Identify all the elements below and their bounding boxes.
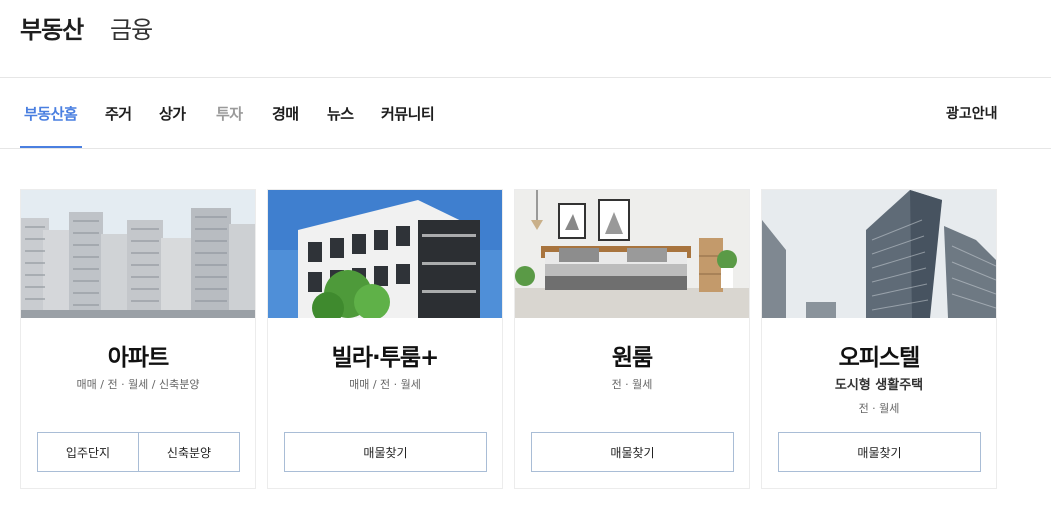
card-title: 오피스텔 <box>838 345 921 371</box>
apartment-image <box>21 190 255 318</box>
card-button-group: 매물찾기 <box>531 432 734 472</box>
new-presale-button[interactable]: 신축분양 <box>138 433 239 471</box>
card-title: 빌라·투룸+ <box>331 345 440 371</box>
nav-item-ad-info[interactable]: 광고안내 <box>946 103 998 123</box>
card-deal-types: 전 · 월세 <box>858 402 900 415</box>
find-listings-button[interactable]: 매물찾기 <box>532 433 733 471</box>
brand-finance[interactable]: 금융 <box>110 10 153 45</box>
nav-item-commercial[interactable]: 상가 <box>159 103 186 124</box>
nav-item-residential[interactable]: 주거 <box>105 103 132 124</box>
card-button-group: 매물찾기 <box>284 432 487 472</box>
card-subtitle: 도시형 생활주택 <box>834 378 924 393</box>
find-listings-button[interactable]: 매물찾기 <box>285 433 486 471</box>
card-deal-types: 전 · 월세 <box>611 378 653 391</box>
card-title: 원룸 <box>611 345 653 371</box>
card-deal-types: 매매 / 전 · 월세 <box>349 378 421 391</box>
villa-image <box>268 190 502 318</box>
card-button-group: 매물찾기 <box>778 432 981 472</box>
find-listings-button[interactable]: 매물찾기 <box>779 433 980 471</box>
card-title: 아파트 <box>107 345 169 371</box>
nav-item-home[interactable]: 부동산홈 <box>24 103 78 124</box>
top-header: 부동산 금융 <box>0 0 1051 78</box>
card-oneroom[interactable]: 원룸 전 · 월세 매물찾기 <box>514 189 750 489</box>
nav-item-investment[interactable]: 투자 <box>216 103 243 124</box>
card-button-group: 입주단지 신축분양 <box>37 432 240 472</box>
move-in-complex-button[interactable]: 입주단지 <box>38 433 138 471</box>
brand-real-estate[interactable]: 부동산 <box>20 10 84 45</box>
nav-item-news[interactable]: 뉴스 <box>327 103 354 124</box>
nav-item-community[interactable]: 커뮤니티 <box>381 103 435 124</box>
card-officetel[interactable]: 오피스텔 도시형 생활주택 전 · 월세 매물찾기 <box>761 189 997 489</box>
nav-item-auction[interactable]: 경매 <box>272 103 299 124</box>
main-nav: 부동산홈 주거 상가 투자 경매 뉴스 커뮤니티 광고안내 <box>0 78 1051 149</box>
card-apartment[interactable]: 아파트 매매 / 전 · 월세 / 신축분양 입주단지 신축분양 <box>20 189 256 489</box>
officetel-image <box>762 190 996 318</box>
card-villa[interactable]: 빌라·투룸+ 매매 / 전 · 월세 매물찾기 <box>267 189 503 489</box>
oneroom-image <box>515 190 749 318</box>
card-deal-types: 매매 / 전 · 월세 / 신축분양 <box>76 378 200 391</box>
active-tab-indicator <box>20 146 82 148</box>
